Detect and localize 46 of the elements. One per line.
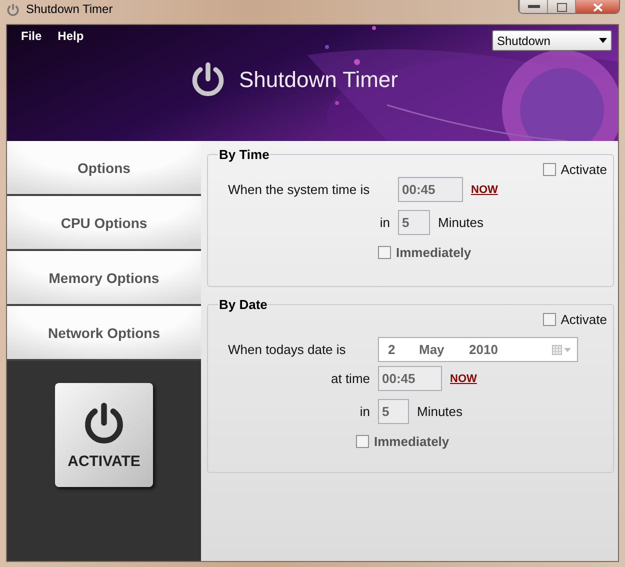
checkbox[interactable] [356,435,369,448]
checkbox-label: Immediately [396,245,472,260]
now-link[interactable]: NOW [471,184,498,196]
maximize-icon [556,2,566,12]
minimize-button[interactable] [519,0,547,13]
field-label: Minutes [417,404,463,419]
window-title: Shutdown Timer [26,2,113,16]
minutes-field[interactable]: 5 [398,210,430,235]
checkbox[interactable] [542,163,556,176]
field-label: Minutes [438,215,484,230]
menu-item[interactable]: File [21,29,42,43]
field-label: in [358,404,370,419]
power-icon [6,3,20,17]
group-title: By Time [218,147,270,162]
checkbox-label: Activate [560,312,607,327]
close-icon [592,2,602,12]
field-label: When todays date is [228,342,347,357]
now-link[interactable]: NOW [450,372,477,384]
checkbox[interactable] [378,246,391,259]
checkbox-label: Activate [560,162,607,177]
minimize-icon [528,5,540,9]
maximize-button[interactable] [547,0,575,13]
field-label: When the system time is [228,182,371,197]
activate-button[interactable]: ACTIVATE [55,383,153,487]
sidebar-tab[interactable]: Memory Options [7,251,201,306]
sidebar-tab[interactable]: Options [7,141,201,196]
caret-icon [599,38,607,43]
date-month: May [419,342,446,357]
sidebar-tab[interactable]: Network Options [7,306,201,361]
calendar-icon [552,344,572,354]
app-title: Shutdown Timer [239,67,398,93]
minutes-field[interactable]: 5 [378,399,409,424]
checkbox[interactable] [542,313,556,326]
group-title: By Date [218,297,268,312]
time-field[interactable]: 00:45 [378,366,442,391]
field-label: at time [330,371,370,386]
time-field[interactable]: 00:45 [398,177,463,202]
date-picker[interactable]: 2 May 2010 [378,337,578,362]
action-dropdown[interactable]: Shutdown [492,30,612,51]
menu-item[interactable]: Help [58,29,84,43]
sidebar-tab[interactable]: CPU Options [7,196,201,251]
field-label: in [378,215,390,230]
date-year: 2010 [469,342,499,357]
close-button[interactable] [575,0,619,13]
checkbox-label: Immediately [374,434,450,449]
date-day: 2 [388,342,419,357]
